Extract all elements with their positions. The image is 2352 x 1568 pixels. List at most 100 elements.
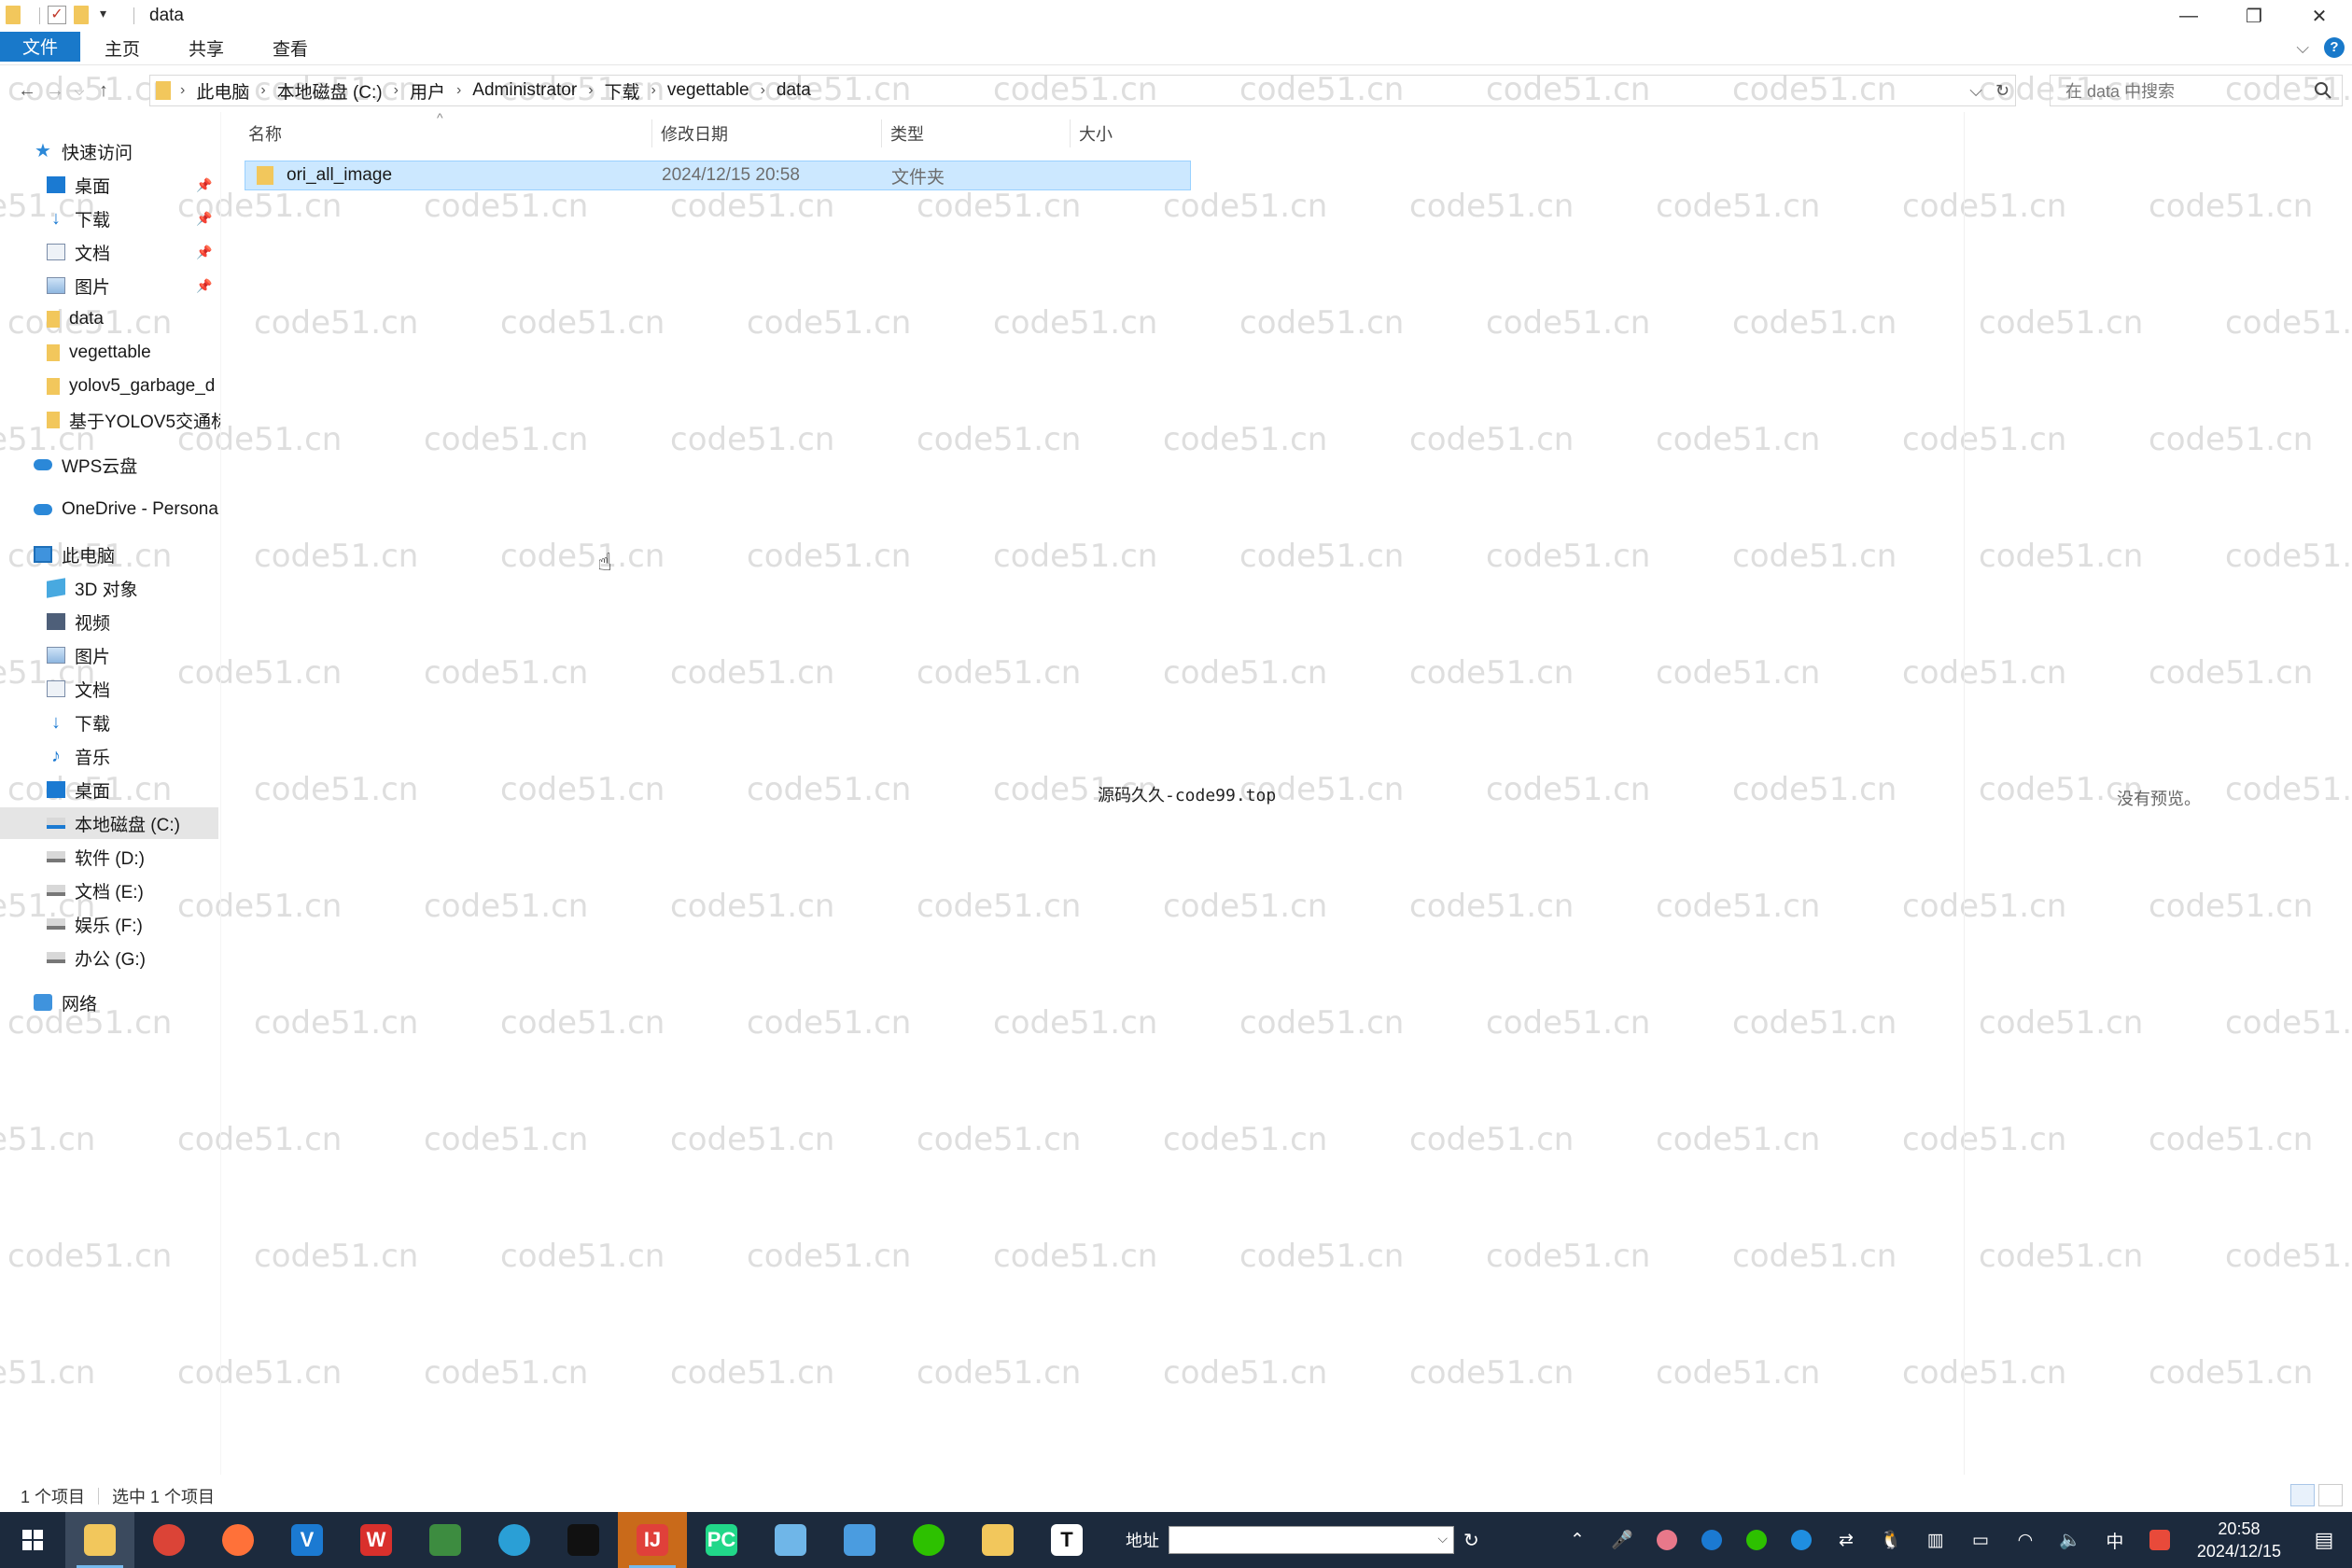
nav-item-documents-pc[interactable]: 文档 — [0, 673, 220, 705]
nav-item-drive-e[interactable]: 文档 (E:) — [0, 875, 220, 906]
pin-icon[interactable]: 📌 — [196, 278, 212, 294]
chevron-down-icon[interactable]: ⌵ — [1437, 1531, 1448, 1547]
sogou-ime-icon[interactable] — [2137, 1512, 2182, 1568]
battery-icon[interactable]: ▭ — [1958, 1512, 2003, 1568]
nav-item-yolov5-garbage[interactable]: yolov5_garbage_d — [0, 371, 220, 402]
nav-item-drive-f[interactable]: 娱乐 (F:) — [0, 908, 220, 940]
breadcrumb-vegettable[interactable]: vegettable — [667, 80, 749, 101]
start-button[interactable] — [0, 1512, 65, 1568]
large-icons-view-icon[interactable] — [2318, 1484, 2343, 1506]
nav-item-vegettable[interactable]: vegettable — [0, 337, 220, 369]
column-name[interactable]: 名称 — [245, 119, 651, 147]
taskbar-app-pycharm[interactable]: PC — [687, 1512, 756, 1568]
nav-item-data[interactable]: data — [0, 303, 220, 335]
nav-item-pictures-pc[interactable]: 图片 — [0, 639, 220, 671]
breadcrumb-administrator[interactable]: Administrator — [472, 80, 577, 101]
taskbar-app-wps-office[interactable]: W — [342, 1512, 411, 1568]
tab-file[interactable]: 文件 — [0, 31, 81, 62]
taskbar-app-file-explorer[interactable] — [65, 1512, 134, 1568]
recent-locations-icon[interactable]: ⌵ — [69, 73, 90, 108]
breadcrumb-downloads[interactable]: 下载 — [605, 78, 640, 104]
pane-divider[interactable] — [220, 112, 221, 1475]
breadcrumb-users[interactable]: 用户 — [410, 78, 445, 104]
breadcrumb-separator[interactable]: › — [761, 82, 765, 99]
nav-item-desktop[interactable]: 桌面 📌 — [0, 169, 220, 201]
table-row[interactable]: ori_all_image 2024/12/15 20:58 文件夹 — [245, 161, 1191, 190]
taskbar-app-chrome[interactable] — [134, 1512, 203, 1568]
nav-item-drive-d[interactable]: 软件 (D:) — [0, 841, 220, 873]
notification-center-icon[interactable]: ▤ — [2296, 1512, 2352, 1568]
nav-item-yolov5-traffic[interactable]: 基于YOLOV5交通标 — [0, 404, 220, 436]
tab-view[interactable]: 查看 — [248, 32, 332, 65]
properties-icon[interactable]: ✓ — [48, 6, 66, 26]
taskbar-app-wechat[interactable] — [894, 1512, 963, 1568]
breadcrumb-separator[interactable]: › — [260, 82, 265, 99]
performance-icon[interactable]: ▥ — [1913, 1512, 1958, 1568]
column-divider[interactable] — [651, 119, 652, 147]
nav-item-videos[interactable]: 视频 — [0, 606, 220, 637]
settings-sliders-icon[interactable]: ⇄ — [1824, 1512, 1869, 1568]
qq-tray-icon[interactable]: 🐧 — [1869, 1512, 1913, 1568]
tab-home[interactable]: 主页 — [80, 32, 164, 65]
breadcrumb-separator[interactable]: › — [394, 82, 399, 99]
column-size[interactable]: 大小 — [1075, 119, 1191, 147]
volume-icon[interactable]: 🔈 — [2048, 1512, 2093, 1568]
nav-item-documents[interactable]: 文档 📌 — [0, 236, 220, 268]
restore-button[interactable]: ❐ — [2221, 0, 2287, 32]
column-type[interactable]: 类型 — [887, 119, 1070, 147]
nav-this-pc[interactable]: 此电脑 — [0, 539, 220, 570]
preview-pane-divider[interactable] — [1964, 112, 1965, 1475]
address-dropdown-icon[interactable]: ⌵ — [1969, 81, 1982, 101]
forward-arrow-icon[interactable]: → — [41, 73, 69, 108]
vpn-tray-icon[interactable] — [1689, 1512, 1734, 1568]
breadcrumb-this-pc[interactable]: 此电脑 — [196, 78, 249, 104]
breadcrumb-separator[interactable]: › — [588, 82, 593, 99]
nav-item-downloads-pc[interactable]: ↓ 下载 — [0, 707, 220, 738]
back-arrow-icon[interactable]: ← — [13, 73, 41, 108]
minimize-button[interactable]: — — [2156, 0, 2221, 32]
customize-toolbar-icon[interactable]: ▾ — [100, 6, 117, 26]
column-divider[interactable] — [1070, 119, 1071, 147]
up-arrow-icon[interactable]: ↑ — [90, 73, 118, 108]
nav-item-3d-objects[interactable]: 3D 对象 — [0, 572, 220, 604]
taskbar-app-typora[interactable]: T — [1032, 1512, 1101, 1568]
input-language[interactable]: 中 — [2093, 1512, 2137, 1568]
taskbar-app-spreadsheet[interactable] — [411, 1512, 480, 1568]
new-folder-icon[interactable] — [74, 6, 91, 26]
pin-icon[interactable]: 📌 — [196, 177, 212, 193]
wifi-icon[interactable]: ◠ — [2003, 1512, 2048, 1568]
column-modified[interactable]: 修改日期 — [657, 119, 881, 147]
nav-item-drive-g[interactable]: 办公 (G:) — [0, 942, 220, 973]
flower-app-icon[interactable] — [1645, 1512, 1689, 1568]
microphone-icon[interactable]: 🎤 — [1600, 1512, 1645, 1568]
taskbar-refresh-icon[interactable]: ↻ — [1463, 1529, 1479, 1552]
taskbar-app-firefox[interactable] — [203, 1512, 273, 1568]
clock[interactable]: 20:58 2024/12/15 — [2182, 1518, 2296, 1562]
breadcrumb-separator[interactable]: › — [456, 82, 461, 99]
taskbar-app-vpn-client[interactable]: V — [273, 1512, 342, 1568]
details-view-icon[interactable] — [2290, 1484, 2315, 1506]
taskbar-app-folder-app[interactable] — [963, 1512, 1032, 1568]
taskbar-app-edge[interactable] — [480, 1512, 549, 1568]
file-name-cell[interactable]: ori_all_image — [257, 161, 392, 189]
refresh-icon[interactable]: ↻ — [1995, 81, 2009, 101]
nav-item-music[interactable]: ♪ 音乐 — [0, 740, 220, 772]
nav-item-desktop-pc[interactable]: 桌面 — [0, 774, 220, 805]
nav-item-pictures[interactable]: 图片 📌 — [0, 270, 220, 301]
taskbar-app-editor[interactable] — [825, 1512, 894, 1568]
nav-network[interactable]: 网络 — [0, 987, 220, 1018]
breadcrumb-separator[interactable]: › — [651, 82, 656, 99]
show-hidden-icons-icon[interactable]: ⌃ — [1555, 1512, 1600, 1568]
taskbar-app-intellij[interactable]: IJ — [618, 1512, 687, 1568]
nav-wps-cloud[interactable]: WPS云盘 — [0, 449, 220, 481]
close-button[interactable]: ✕ — [2287, 0, 2352, 32]
taskbar-app-notepad[interactable] — [756, 1512, 825, 1568]
taskbar-address-input[interactable]: ⌵ — [1169, 1526, 1454, 1554]
breadcrumb-data[interactable]: data — [777, 80, 811, 101]
search-icon[interactable] — [2314, 81, 2332, 100]
nav-item-drive-c[interactable]: 本地磁盘 (C:) — [0, 807, 218, 839]
address-bar[interactable]: › 此电脑 › 本地磁盘 (C:) › 用户 › Administrator ›… — [149, 75, 2016, 106]
taskbar-app-qq[interactable] — [549, 1512, 618, 1568]
tab-share[interactable]: 共享 — [164, 32, 248, 65]
pin-icon[interactable]: 📌 — [196, 211, 212, 227]
